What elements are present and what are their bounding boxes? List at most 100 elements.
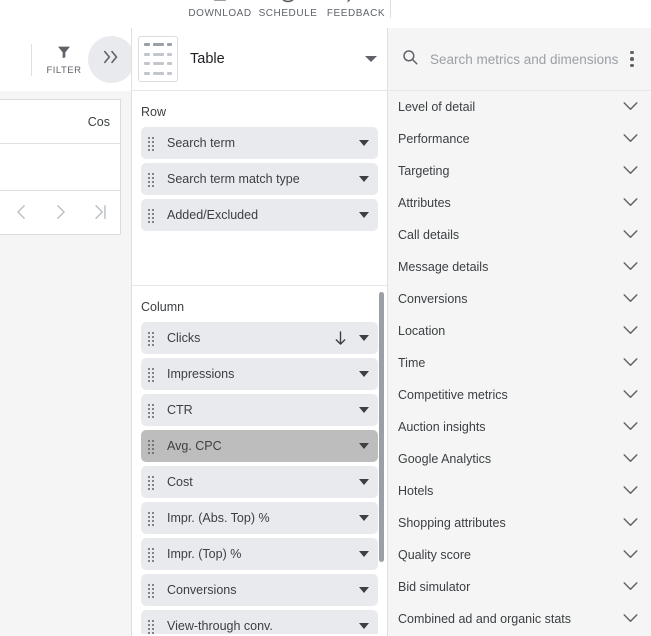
chevron-down-icon[interactable] bbox=[623, 418, 638, 436]
chevron-down-icon[interactable] bbox=[359, 407, 369, 413]
reset-button[interactable]: RESET bbox=[400, 0, 470, 7]
row-chip[interactable]: Search term match type bbox=[141, 163, 378, 195]
chevron-down-icon[interactable] bbox=[623, 322, 638, 340]
metric-category-row[interactable]: Performance bbox=[389, 123, 651, 155]
column-chip-list: Clicks Impressions CTR Avg. CPC Cost Impr. (A… bbox=[132, 322, 387, 634]
chevron-down-icon[interactable] bbox=[623, 610, 638, 628]
drag-handle-icon[interactable] bbox=[148, 404, 157, 418]
metric-category-row[interactable]: Shopping attributes bbox=[389, 507, 651, 539]
drag-handle-icon[interactable] bbox=[148, 512, 157, 526]
chevron-down-icon[interactable] bbox=[359, 371, 369, 377]
metric-category-row[interactable]: Targeting bbox=[389, 155, 651, 187]
chevron-down-icon[interactable] bbox=[359, 443, 369, 449]
chevron-down-icon[interactable] bbox=[623, 130, 638, 148]
chevron-down-icon[interactable] bbox=[623, 290, 638, 308]
chevron-down-icon[interactable] bbox=[623, 258, 638, 276]
column-chip[interactable]: Avg. CPC bbox=[141, 430, 378, 462]
metric-category-row[interactable]: Competitive metrics bbox=[389, 379, 651, 411]
schedule-label: SCHEDULE bbox=[258, 8, 318, 19]
chevron-down-icon[interactable] bbox=[623, 482, 638, 500]
feedback-button[interactable]: FEEDBACK bbox=[322, 0, 390, 19]
metric-category-list: Level of detail Performance Targeting Attri… bbox=[389, 91, 651, 636]
save-button[interactable]: SAVE bbox=[470, 0, 530, 7]
chevron-down-icon[interactable] bbox=[623, 386, 638, 404]
column-section-title: Column bbox=[141, 300, 185, 314]
column-chip[interactable]: View-through conv. bbox=[141, 610, 378, 634]
drag-handle-icon[interactable] bbox=[148, 584, 157, 598]
column-chip[interactable]: Impr. (Abs. Top) % bbox=[141, 502, 378, 534]
column-chip[interactable]: Conversions bbox=[141, 574, 378, 606]
drag-handle-icon[interactable] bbox=[148, 209, 157, 223]
chevron-down-icon[interactable] bbox=[623, 98, 638, 116]
drag-handle-icon[interactable] bbox=[148, 368, 157, 382]
table-icon[interactable] bbox=[138, 36, 178, 82]
metric-category-row[interactable]: Location bbox=[389, 315, 651, 347]
chevron-down-icon[interactable] bbox=[623, 578, 638, 596]
metric-category-row[interactable]: Quality score bbox=[389, 539, 651, 571]
chart-type-selector[interactable]: Table bbox=[132, 28, 387, 91]
chevron-left-icon[interactable] bbox=[15, 204, 28, 220]
sort-descending-icon[interactable] bbox=[334, 330, 347, 346]
chevron-down-icon[interactable] bbox=[359, 479, 369, 485]
drag-handle-icon[interactable] bbox=[148, 332, 157, 346]
drag-handle-icon[interactable] bbox=[148, 476, 157, 490]
chevron-down-icon[interactable] bbox=[359, 587, 369, 593]
drag-handle-icon[interactable] bbox=[148, 173, 157, 187]
chevron-down-icon[interactable] bbox=[359, 212, 369, 218]
drag-handle-icon[interactable] bbox=[148, 137, 157, 151]
column-chip-label: Avg. CPC bbox=[167, 439, 222, 453]
column-chip[interactable]: CTR bbox=[141, 394, 378, 426]
metric-category-row[interactable]: Call details bbox=[389, 219, 651, 251]
chevron-down-icon[interactable] bbox=[359, 176, 369, 182]
metric-category-row[interactable]: Combined ad and organic stats bbox=[389, 603, 651, 635]
chevron-down-icon[interactable] bbox=[359, 335, 369, 341]
download-button[interactable]: DOWNLOAD bbox=[186, 0, 254, 19]
search-bar bbox=[389, 28, 651, 91]
row-chip[interactable]: Search term bbox=[141, 127, 378, 159]
chevron-right-icon[interactable] bbox=[54, 204, 67, 220]
column-chip[interactable]: Clicks bbox=[141, 322, 378, 354]
drag-handle-icon[interactable] bbox=[148, 548, 157, 562]
search-input[interactable] bbox=[430, 51, 621, 67]
metric-category-row[interactable]: Time bbox=[389, 347, 651, 379]
last-page-icon[interactable] bbox=[93, 204, 108, 220]
metric-category-label: Hotels bbox=[398, 484, 434, 498]
column-chip-label: CTR bbox=[167, 403, 193, 417]
chevron-down-icon[interactable] bbox=[623, 162, 638, 180]
column-chip[interactable]: Impr. (Top) % bbox=[141, 538, 378, 570]
metric-category-row[interactable]: Bid simulator bbox=[389, 571, 651, 603]
drag-handle-icon[interactable] bbox=[148, 440, 157, 454]
metric-category-row[interactable]: Hotels bbox=[389, 475, 651, 507]
column-chip[interactable]: Cost bbox=[141, 466, 378, 498]
save-as-button[interactable]: SAVE AS bbox=[530, 0, 613, 7]
row-chip[interactable]: Added/Excluded bbox=[141, 199, 378, 231]
chevron-down-icon[interactable] bbox=[623, 354, 638, 372]
schedule-button[interactable]: SCHEDULE bbox=[254, 0, 322, 19]
column-chip[interactable]: Impressions bbox=[141, 358, 378, 390]
chevron-down-icon[interactable] bbox=[359, 551, 369, 557]
drag-handle-icon[interactable] bbox=[148, 620, 157, 634]
column-chip-label: Cost bbox=[167, 475, 193, 489]
top-toolbar: DOWNLOAD SCHEDULE FEEDBACK RESET SAVE SA… bbox=[0, 0, 651, 28]
chevron-down-icon[interactable] bbox=[359, 515, 369, 521]
chevron-down-icon[interactable] bbox=[623, 194, 638, 212]
expand-panel-button[interactable] bbox=[88, 36, 135, 83]
metric-category-row[interactable]: Message details bbox=[389, 251, 651, 283]
metric-category-row[interactable]: Attributes bbox=[389, 187, 651, 219]
metric-category-row[interactable]: Auction insights bbox=[389, 411, 651, 443]
chevron-down-icon[interactable] bbox=[365, 56, 377, 62]
chevron-down-icon[interactable] bbox=[623, 514, 638, 532]
filter-button[interactable]: FILTER bbox=[41, 44, 87, 76]
metric-category-row[interactable]: Google Analytics bbox=[389, 443, 651, 475]
metric-category-row[interactable]: Level of detail bbox=[389, 91, 651, 123]
column-scrollbar[interactable] bbox=[379, 292, 384, 562]
chevron-down-icon[interactable] bbox=[623, 546, 638, 564]
chevron-down-icon[interactable] bbox=[359, 623, 369, 629]
column-header-cost[interactable]: Cos bbox=[88, 115, 110, 129]
more-vert-icon[interactable] bbox=[621, 45, 643, 74]
chevron-down-icon[interactable] bbox=[623, 450, 638, 468]
metric-category-row[interactable]: Conversions bbox=[389, 283, 651, 315]
chevron-down-icon[interactable] bbox=[359, 140, 369, 146]
metric-category-label: Time bbox=[398, 356, 426, 370]
chevron-down-icon[interactable] bbox=[623, 226, 638, 244]
